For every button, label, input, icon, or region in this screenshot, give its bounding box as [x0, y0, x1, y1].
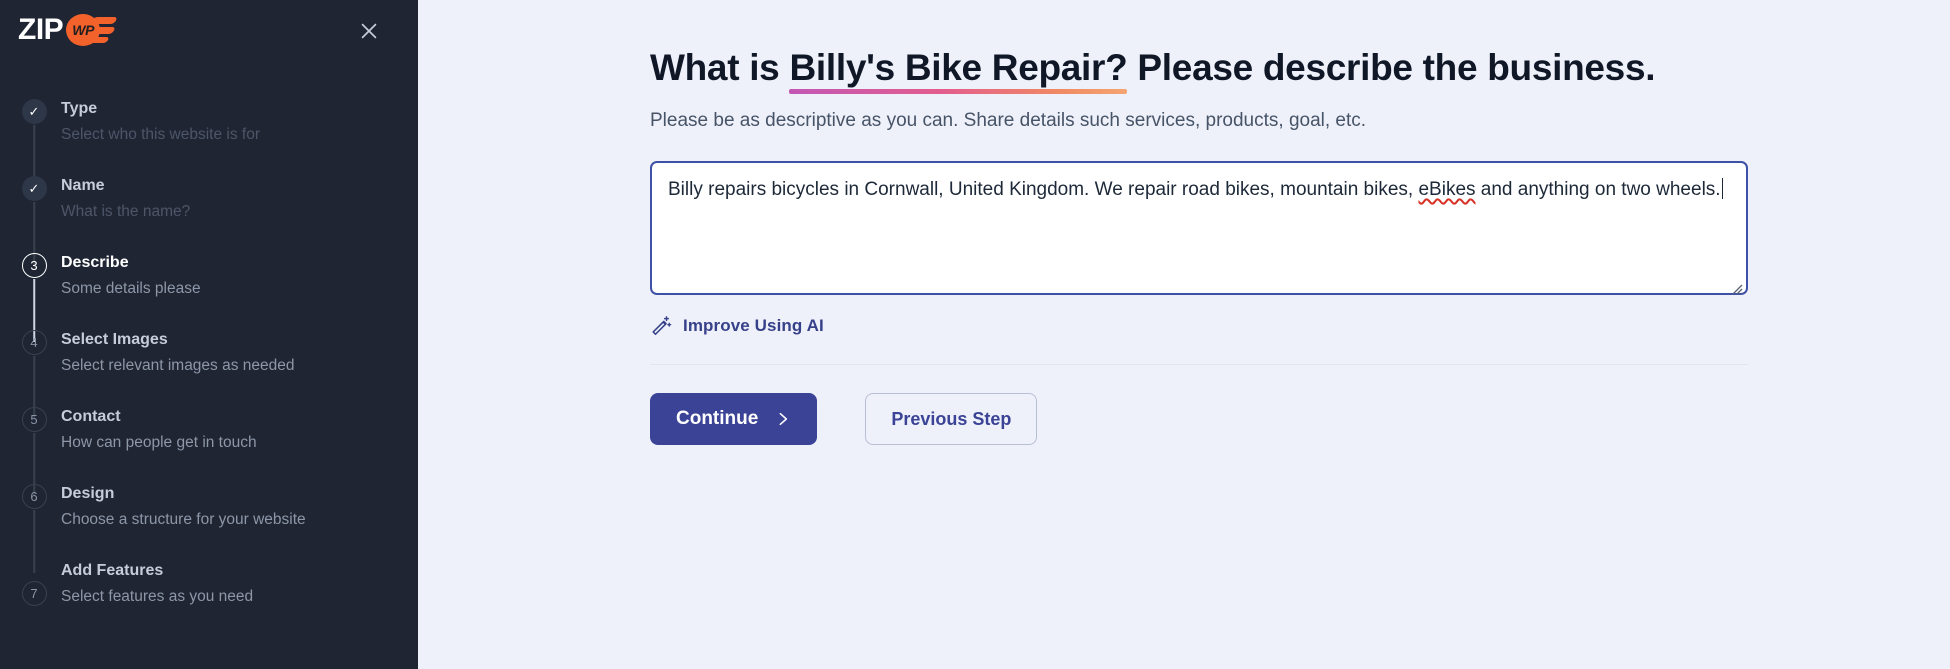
page-title: What is Billy's Bike Repair? Please desc…	[650, 45, 1898, 94]
app-root: ZIP WP ✓ Type Select who this website is f…	[0, 0, 1950, 669]
page-title-business-name: Billy's Bike Repair?	[789, 45, 1128, 94]
step-number-badge: 3	[21, 253, 47, 278]
step-title: Describe	[61, 254, 129, 271]
sidebar-step-describe[interactable]: 3 Describe Some details please	[13, 251, 418, 342]
sidebar-step-design[interactable]: 6 Design Choose a structure for your websi…	[13, 482, 418, 573]
step-check-icon: ✓	[21, 176, 47, 201]
step-marker-column: 5	[13, 405, 55, 496]
sidebar-step-type[interactable]: ✓ Type Select who this website is for	[13, 97, 418, 188]
continue-button-label: Continue	[676, 408, 759, 429]
continue-button[interactable]: Continue	[650, 393, 818, 445]
previous-step-button-label: Previous Step	[891, 408, 1012, 429]
step-text-block: Name What is the name?	[55, 174, 190, 251]
zipwp-logo[interactable]: ZIP WP	[18, 10, 119, 50]
step-marker-column: 4	[13, 328, 55, 419]
step-number-badge: 5	[21, 407, 47, 432]
content-column: What is Billy's Bike Repair? Please desc…	[418, 0, 1950, 445]
step-text-block: Contact How can people get in touch	[55, 405, 257, 482]
step-subtitle: How can people get in touch	[61, 434, 257, 451]
logo-text-zip: ZIP	[18, 13, 64, 46]
step-title: Type	[61, 100, 98, 117]
previous-step-button[interactable]: Previous Step	[865, 393, 1038, 445]
step-marker-column: 6	[13, 482, 55, 573]
step-marker-column: ✓	[13, 174, 55, 265]
step-subtitle: Select relevant images as needed	[61, 357, 295, 374]
step-subtitle: Choose a structure for your website	[61, 511, 306, 528]
button-row: Continue Previous Step	[650, 393, 1898, 445]
section-divider	[650, 364, 1748, 365]
close-icon	[361, 23, 377, 39]
step-title: Contact	[61, 408, 121, 425]
step-marker-column: ✓	[13, 97, 55, 188]
sidebar-step-name[interactable]: ✓ Name What is the name?	[13, 174, 418, 265]
step-title: Add Features	[61, 562, 164, 579]
step-title: Design	[61, 485, 115, 502]
step-subtitle: What is the name?	[61, 203, 191, 220]
logo-text-wp: WP	[72, 22, 95, 38]
page-title-suffix: Please describe the business.	[1127, 47, 1656, 88]
sidebar-step-add-features[interactable]: 7 Add Features Select features as you need	[13, 559, 418, 636]
chevron-right-icon	[779, 412, 788, 426]
step-title: Select Images	[61, 331, 168, 348]
page-subtitle: Please be as descriptive as you can. Sha…	[650, 110, 1367, 131]
logo-wp-badge: WP	[66, 14, 119, 46]
sidebar-step-contact[interactable]: 5 Contact How can people get in touch	[13, 405, 418, 496]
step-number-badge: 4	[21, 330, 47, 355]
describe-textarea[interactable]	[650, 161, 1748, 295]
main-content: What is Billy's Bike Repair? Please desc…	[418, 0, 1950, 669]
step-marker-column: 3	[13, 251, 55, 342]
page-title-prefix: What is	[650, 47, 790, 88]
step-text-block: Select Images Select relevant images as n…	[55, 328, 295, 405]
step-check-icon: ✓	[21, 99, 47, 124]
describe-textarea-wrapper: Billy repairs bicycles in Cornwall, Unit…	[650, 161, 1748, 300]
sidebar-header: ZIP WP	[0, 0, 418, 50]
improve-using-ai-label: Improve Using AI	[683, 316, 824, 335]
step-text-block: Design Choose a structure for your websit…	[55, 482, 306, 559]
step-text-block: Describe Some details please	[55, 251, 201, 328]
improve-using-ai-button[interactable]: Improve Using AI	[650, 315, 824, 337]
step-subtitle: Select who this website is for	[61, 126, 261, 143]
magic-wand-icon	[652, 316, 672, 336]
step-text-block: Add Features Select features as you need	[55, 559, 253, 636]
sidebar-step-select-images[interactable]: 4 Select Images Select relevant images as …	[13, 328, 418, 419]
close-button[interactable]	[354, 16, 384, 46]
step-subtitle: Some details please	[61, 280, 201, 297]
step-list: ✓ Type Select who this website is for ✓ Name…	[0, 97, 418, 636]
step-text-block: Type Select who this website is for	[55, 97, 260, 174]
sidebar: ZIP WP ✓ Type Select who this website is f…	[0, 0, 418, 669]
step-number-badge: 7	[21, 581, 47, 606]
step-subtitle: Select features as you need	[61, 588, 254, 605]
step-number-badge: 6	[21, 484, 47, 509]
step-title: Name	[61, 177, 105, 194]
step-connector-line	[33, 510, 35, 573]
